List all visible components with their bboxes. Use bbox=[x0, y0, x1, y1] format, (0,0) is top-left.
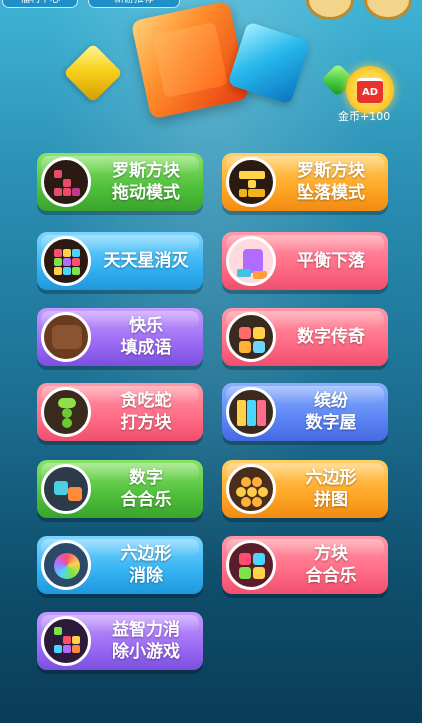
recommend-link[interactable]: 新游推荐 bbox=[88, 0, 180, 8]
game-label: 快乐 填成语 bbox=[120, 316, 172, 358]
snake-blocks-icon bbox=[41, 387, 91, 437]
game-card-brain-elimination[interactable]: 益智力消 除小游戏 bbox=[37, 612, 203, 670]
coin-reward-text: 金币+100 bbox=[338, 110, 391, 123]
game-card-block-merge[interactable]: 方块 合合乐 bbox=[222, 536, 388, 594]
game-label: 数字传奇 bbox=[297, 327, 365, 347]
game-card-number-legend[interactable]: 数字传奇 bbox=[222, 308, 388, 366]
game-card-hexagon-clear[interactable]: 六边形 消除 bbox=[37, 536, 203, 594]
game-card-number-house[interactable]: 缤纷 数字屋 bbox=[222, 383, 388, 441]
brain-elimination-icon bbox=[41, 616, 91, 666]
game-label: 罗斯方块 拖动模式 bbox=[112, 161, 180, 203]
balance-drop-icon bbox=[226, 236, 276, 286]
tetris-drag-icon bbox=[41, 157, 91, 207]
number-legend-icon bbox=[226, 312, 276, 362]
settings-icon[interactable] bbox=[364, 0, 412, 20]
game-label: 平衡下落 bbox=[297, 251, 365, 271]
hexagon-clear-icon bbox=[41, 540, 91, 590]
game-label: 六边形 拼图 bbox=[305, 468, 357, 510]
orange-gem-icon bbox=[130, 0, 250, 120]
game-label: 天天星消灭 bbox=[103, 251, 189, 271]
game-card-snake[interactable]: 贪吃蛇 打方块 bbox=[37, 383, 203, 441]
gift-icon[interactable] bbox=[306, 0, 354, 20]
ad-reward-button[interactable]: AD bbox=[346, 66, 394, 114]
game-card-idiom[interactable]: 快乐 填成语 bbox=[37, 308, 203, 366]
block-merge-icon bbox=[226, 540, 276, 590]
game-card-tetris-drag[interactable]: 罗斯方块 拖动模式 bbox=[37, 153, 203, 211]
game-label: 贪吃蛇 打方块 bbox=[120, 391, 172, 433]
tetris-drop-icon bbox=[226, 157, 276, 207]
number-merge-icon bbox=[41, 464, 91, 514]
ad-badge: AD bbox=[357, 78, 383, 103]
game-card-number-merge[interactable]: 数字 合合乐 bbox=[37, 460, 203, 518]
game-card-tetris-drop[interactable]: 罗斯方块 坠落模式 bbox=[222, 153, 388, 211]
game-label: 六边形 消除 bbox=[120, 544, 172, 586]
game-label: 罗斯方块 坠落模式 bbox=[297, 161, 365, 203]
game-label: 缤纷 数字屋 bbox=[305, 391, 357, 433]
idiom-puzzle-icon bbox=[41, 312, 91, 362]
game-label: 数字 合合乐 bbox=[120, 468, 172, 510]
hexagon-puzzle-icon bbox=[226, 464, 276, 514]
star-crush-icon bbox=[41, 236, 91, 286]
welfare-link[interactable]: 福利中心 bbox=[2, 0, 78, 8]
game-card-hexagon-puzzle[interactable]: 六边形 拼图 bbox=[222, 460, 388, 518]
game-label: 益智力消 除小游戏 bbox=[112, 620, 180, 662]
game-label: 方块 合合乐 bbox=[305, 544, 357, 586]
game-card-balance-drop[interactable]: 平衡下落 bbox=[222, 232, 388, 290]
game-card-star-crush[interactable]: 天天星消灭 bbox=[37, 232, 203, 290]
number-house-icon bbox=[226, 387, 276, 437]
